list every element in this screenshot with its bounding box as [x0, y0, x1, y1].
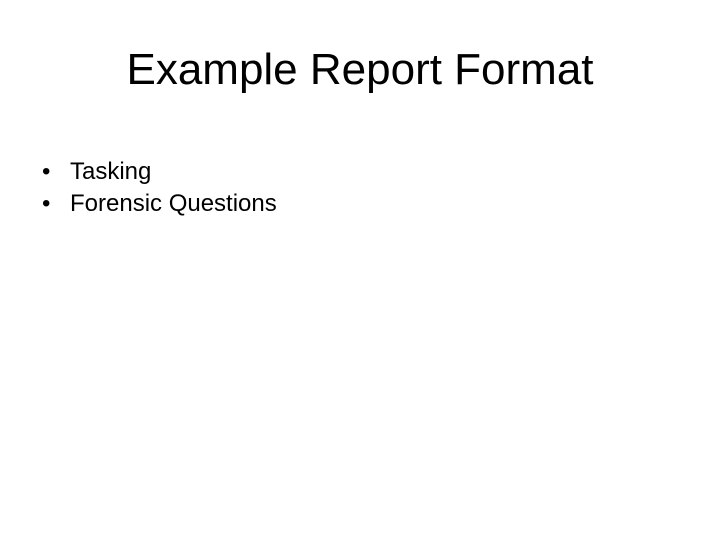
- slide: Example Report Format • Tasking • Forens…: [0, 0, 720, 540]
- bullet-icon: •: [42, 158, 51, 185]
- bullet-text: Tasking: [70, 158, 152, 185]
- bullet-icon: •: [42, 190, 51, 217]
- slide-title: Example Report Format: [126, 45, 594, 94]
- bullet-text: Forensic Questions: [70, 190, 277, 217]
